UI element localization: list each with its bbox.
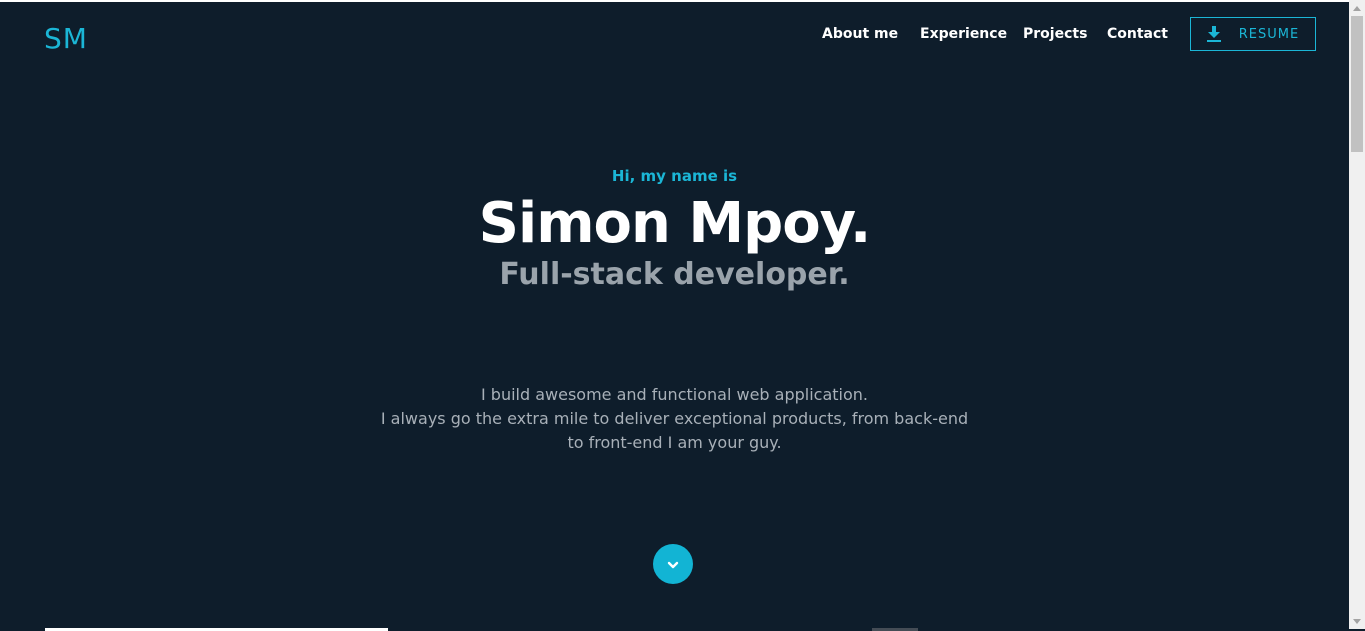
scroll-down-arrow-icon[interactable]: [1349, 613, 1365, 629]
description-line: I build awesome and functional web appli…: [480, 385, 868, 404]
description-line: to front-end I am your guy.: [567, 433, 782, 452]
main-nav: About me Experience Projects Contact: [0, 26, 1349, 46]
resume-button[interactable]: RESUME: [1190, 17, 1316, 51]
nav-projects[interactable]: Projects: [1023, 26, 1087, 42]
hero-name: Simon Mpoy.: [478, 191, 872, 256]
download-icon: [1206, 26, 1221, 42]
vertical-scrollbar[interactable]: [1349, 0, 1365, 629]
resume-label: RESUME: [1238, 26, 1300, 42]
scroll-down-button[interactable]: [653, 544, 693, 584]
nav-about-me[interactable]: About me: [822, 26, 898, 42]
hero-role: Full-stack developer.: [499, 257, 850, 292]
page: SM About me Experience Projects Contact …: [0, 2, 1349, 631]
scrollbar-thumb[interactable]: [1351, 16, 1363, 152]
description-line: I always go the extra mile to deliver ex…: [380, 409, 969, 428]
chevron-down-icon: [666, 555, 680, 574]
hero-description: I build awesome and functional web appli…: [0, 383, 1349, 455]
scroll-up-arrow-icon[interactable]: [1349, 0, 1365, 16]
hero-greeting: Hi, my name is: [611, 167, 738, 185]
nav-contact[interactable]: Contact: [1107, 26, 1168, 42]
nav-experience[interactable]: Experience: [920, 26, 1007, 42]
